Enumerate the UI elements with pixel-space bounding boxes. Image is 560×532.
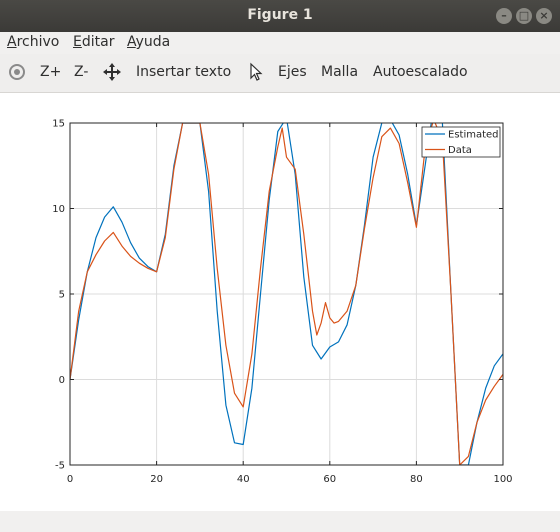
status-bar: [0, 511, 560, 532]
window-titlebar[interactable]: Figure 1 – □ ×: [0, 0, 560, 32]
close-icon[interactable]: ×: [536, 8, 552, 24]
pan-icon[interactable]: [102, 62, 122, 82]
legend-label-data: Data: [448, 145, 472, 156]
rotate-icon[interactable]: [7, 62, 27, 82]
figure-canvas[interactable]: 0 20 40 60 80 100 -5 0 5 10 15 Estimated Data: [0, 93, 560, 511]
maximize-icon[interactable]: □: [516, 8, 532, 24]
x-tick-label: 20: [150, 474, 163, 485]
y-tick-label: 15: [52, 119, 65, 130]
toolbar: Z+ Z- Insertar texto Ejes Malla Autoesca…: [0, 54, 560, 93]
series-line-data: [70, 123, 503, 465]
grid-button[interactable]: Malla: [321, 64, 358, 80]
y-tick-label: -5: [55, 461, 65, 472]
line-chart[interactable]: 0 20 40 60 80 100-5051015 Estimated Data: [0, 93, 560, 511]
menu-bar: Archivo Editar Ayuda: [0, 32, 560, 54]
y-tick-label: 10: [52, 204, 65, 215]
menu-ayuda[interactable]: Ayuda: [127, 34, 170, 50]
x-tick-label: 100: [493, 474, 512, 485]
series-lines: [70, 123, 503, 465]
window-title: Figure 1: [247, 7, 313, 23]
x-tick-label: 40: [237, 474, 250, 485]
series-line-estimated: [70, 123, 503, 465]
zoom-in-button[interactable]: Z+: [40, 64, 61, 80]
x-tick-label: 80: [410, 474, 423, 485]
autoscale-button[interactable]: Autoescalado: [373, 64, 468, 80]
zoom-out-button[interactable]: Z-: [74, 64, 88, 80]
y-tick-label: 0: [59, 375, 65, 386]
axis-ticks: 0 20 40 60 80 100-5051015: [52, 119, 512, 486]
axes-button[interactable]: Ejes: [278, 64, 307, 80]
x-tick-label: 0: [67, 474, 73, 485]
insert-text-button[interactable]: Insertar texto: [136, 64, 231, 80]
legend-label-estimated: Estimated: [448, 130, 499, 141]
legend: Estimated Data: [421, 126, 501, 158]
menu-archivo[interactable]: Archivo: [7, 34, 59, 50]
menu-editar[interactable]: Editar: [73, 34, 114, 50]
select-pointer-icon[interactable]: [246, 62, 266, 82]
minimize-icon[interactable]: –: [496, 8, 512, 24]
grid-lines: [69, 122, 504, 466]
y-tick-label: 5: [59, 290, 65, 301]
x-tick-label: 60: [323, 474, 336, 485]
